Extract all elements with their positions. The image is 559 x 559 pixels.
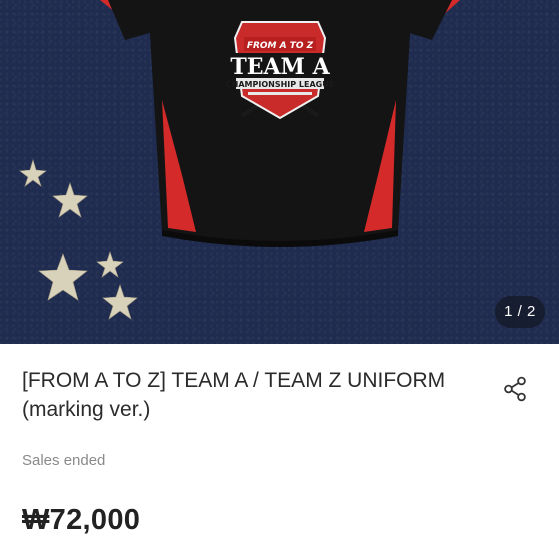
product-price: ₩72,000 xyxy=(22,504,141,536)
product-image-gallery[interactable]: FROM A TO Z TEAM A CHAMPIONSHIP LEAGUE 1… xyxy=(0,0,559,344)
product-info: [FROM A TO Z] TEAM A / TEAM Z UNIFORM (m… xyxy=(0,344,559,559)
sales-status: Sales ended xyxy=(22,452,106,469)
product-title-line2: (marking ver.) xyxy=(22,398,151,421)
svg-text:FROM A TO Z: FROM A TO Z xyxy=(247,41,314,51)
product-image: FROM A TO Z TEAM A CHAMPIONSHIP LEAGUE xyxy=(19,0,460,320)
product-title-line1: [FROM A TO Z] TEAM A / TEAM Z UNIFORM xyxy=(22,369,446,392)
image-counter: 1 / 2 xyxy=(495,296,545,328)
svg-text:TEAM A: TEAM A xyxy=(230,54,330,80)
share-icon xyxy=(504,376,526,402)
decorative-stars xyxy=(19,158,138,320)
product-title: [FROM A TO Z] TEAM A / TEAM Z UNIFORM (m… xyxy=(22,366,482,424)
svg-text:CHAMPIONSHIP LEAGUE: CHAMPIONSHIP LEAGUE xyxy=(226,80,334,89)
share-button[interactable] xyxy=(500,374,530,404)
